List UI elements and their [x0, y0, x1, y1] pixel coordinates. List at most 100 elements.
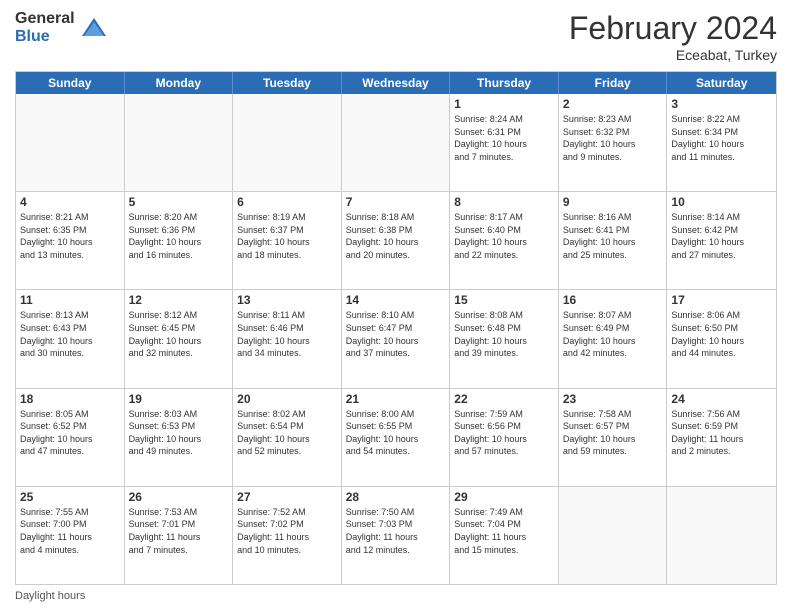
title-block: February 2024 Eceabat, Turkey	[569, 10, 777, 63]
day-number: 10	[671, 195, 772, 209]
logo-text: General Blue	[15, 10, 75, 45]
calendar-cell: 18 Sunrise: 8:05 AM Sunset: 6:52 PM Dayli…	[16, 389, 125, 486]
day-number: 24	[671, 392, 772, 406]
calendar-cell: 15 Sunrise: 8:08 AM Sunset: 6:48 PM Dayli…	[450, 290, 559, 387]
calendar-cell: 7Sunrise: 8:18 AM Sunset: 6:38 PM Daylig…	[342, 192, 451, 289]
cell-info: Sunrise: 8:23 AM Sunset: 6:32 PM Dayligh…	[563, 113, 663, 163]
cell-info: Sunrise: 8:11 AM Sunset: 6:46 PM Dayligh…	[237, 309, 337, 359]
calendar-cell: 23Sunrise: 7:58 AM Sunset: 6:57 PM Dayli…	[559, 389, 668, 486]
cell-info: Sunrise: 7:58 AM Sunset: 6:57 PM Dayligh…	[563, 408, 663, 458]
cell-info: Sunrise: 8:16 AM Sunset: 6:41 PM Dayligh…	[563, 211, 663, 261]
cell-info: Sunrise: 8:05 AM Sunset: 6:52 PM Dayligh…	[20, 408, 120, 458]
calendar-cell	[342, 94, 451, 191]
day-number: 22	[454, 392, 554, 406]
calendar-cell	[16, 94, 125, 191]
calendar-cell: 13 Sunrise: 8:11 AM Sunset: 6:46 PM Dayli…	[233, 290, 342, 387]
day-number: 16	[563, 293, 663, 307]
calendar-cell: 8 Sunrise: 8:17 AM Sunset: 6:40 PM Daylig…	[450, 192, 559, 289]
calendar-cell: 3 Sunrise: 8:22 AM Sunset: 6:34 PM Daylig…	[667, 94, 776, 191]
cell-info: Sunrise: 8:03 AM Sunset: 6:53 PM Dayligh…	[129, 408, 229, 458]
cell-info: Sunrise: 8:20 AM Sunset: 6:36 PM Dayligh…	[129, 211, 229, 261]
calendar-cell	[667, 487, 776, 584]
cell-info: Sunrise: 8:10 AM Sunset: 6:47 PM Dayligh…	[346, 309, 446, 359]
cell-info: Sunrise: 7:53 AM Sunset: 7:01 PM Dayligh…	[129, 506, 229, 556]
calendar-cell: 26 Sunrise: 7:53 AM Sunset: 7:01 PM Dayli…	[125, 487, 234, 584]
footer: Daylight hours	[15, 590, 777, 602]
cell-info: Sunrise: 8:18 AM Sunset: 6:38 PM Dayligh…	[346, 211, 446, 261]
cell-info: Sunrise: 8:17 AM Sunset: 6:40 PM Dayligh…	[454, 211, 554, 261]
calendar-row: 18 Sunrise: 8:05 AM Sunset: 6:52 PM Dayli…	[16, 388, 776, 486]
cell-info: Sunrise: 7:56 AM Sunset: 6:59 PM Dayligh…	[671, 408, 772, 458]
calendar-cell: 11Sunrise: 8:13 AM Sunset: 6:43 PM Dayli…	[16, 290, 125, 387]
cell-info: Sunrise: 7:50 AM Sunset: 7:03 PM Dayligh…	[346, 506, 446, 556]
calendar-cell: 1Sunrise: 8:24 AM Sunset: 6:31 PM Daylig…	[450, 94, 559, 191]
cell-info: Sunrise: 7:59 AM Sunset: 6:56 PM Dayligh…	[454, 408, 554, 458]
calendar-cell	[125, 94, 234, 191]
day-number: 19	[129, 392, 229, 406]
calendar-header-cell: Thursday	[450, 72, 559, 94]
cell-info: Sunrise: 8:06 AM Sunset: 6:50 PM Dayligh…	[671, 309, 772, 359]
cell-info: Sunrise: 8:24 AM Sunset: 6:31 PM Dayligh…	[454, 113, 554, 163]
cell-info: Sunrise: 8:22 AM Sunset: 6:34 PM Dayligh…	[671, 113, 772, 163]
logo: General Blue	[15, 10, 108, 45]
logo-icon	[80, 14, 108, 42]
calendar-header-cell: Monday	[125, 72, 234, 94]
calendar-cell	[233, 94, 342, 191]
cell-info: Sunrise: 8:19 AM Sunset: 6:37 PM Dayligh…	[237, 211, 337, 261]
calendar-cell: 21 Sunrise: 8:00 AM Sunset: 6:55 PM Dayli…	[342, 389, 451, 486]
calendar-cell: 2Sunrise: 8:23 AM Sunset: 6:32 PM Daylig…	[559, 94, 668, 191]
day-number: 6	[237, 195, 337, 209]
cell-info: Sunrise: 8:08 AM Sunset: 6:48 PM Dayligh…	[454, 309, 554, 359]
header: General Blue February 2024 Eceabat, Turk…	[15, 10, 777, 63]
calendar-cell	[559, 487, 668, 584]
day-number: 15	[454, 293, 554, 307]
calendar-cell: 19 Sunrise: 8:03 AM Sunset: 6:53 PM Dayli…	[125, 389, 234, 486]
day-number: 5	[129, 195, 229, 209]
cell-info: Sunrise: 7:55 AM Sunset: 7:00 PM Dayligh…	[20, 506, 120, 556]
calendar-cell: 17 Sunrise: 8:06 AM Sunset: 6:50 PM Dayli…	[667, 290, 776, 387]
calendar-cell: 10 Sunrise: 8:14 AM Sunset: 6:42 PM Dayli…	[667, 192, 776, 289]
day-number: 21	[346, 392, 446, 406]
day-number: 17	[671, 293, 772, 307]
logo-general: General	[15, 10, 75, 28]
calendar-body: 1Sunrise: 8:24 AM Sunset: 6:31 PM Daylig…	[16, 94, 776, 584]
cell-info: Sunrise: 8:12 AM Sunset: 6:45 PM Dayligh…	[129, 309, 229, 359]
day-number: 9	[563, 195, 663, 209]
day-number: 18	[20, 392, 120, 406]
calendar-cell: 22 Sunrise: 7:59 AM Sunset: 6:56 PM Dayli…	[450, 389, 559, 486]
day-number: 26	[129, 490, 229, 504]
calendar-row: 1Sunrise: 8:24 AM Sunset: 6:31 PM Daylig…	[16, 94, 776, 191]
day-number: 3	[671, 97, 772, 111]
day-number: 25	[20, 490, 120, 504]
day-number: 28	[346, 490, 446, 504]
day-number: 4	[20, 195, 120, 209]
cell-info: Sunrise: 8:07 AM Sunset: 6:49 PM Dayligh…	[563, 309, 663, 359]
cell-info: Sunrise: 8:13 AM Sunset: 6:43 PM Dayligh…	[20, 309, 120, 359]
calendar: SundayMondayTuesdayWednesdayThursdayFrid…	[15, 71, 777, 585]
calendar-cell: 28 Sunrise: 7:50 AM Sunset: 7:03 PM Dayli…	[342, 487, 451, 584]
calendar-cell: 9 Sunrise: 8:16 AM Sunset: 6:41 PM Daylig…	[559, 192, 668, 289]
day-number: 13	[237, 293, 337, 307]
cell-info: Sunrise: 8:14 AM Sunset: 6:42 PM Dayligh…	[671, 211, 772, 261]
cell-info: Sunrise: 7:49 AM Sunset: 7:04 PM Dayligh…	[454, 506, 554, 556]
calendar-cell: 14Sunrise: 8:10 AM Sunset: 6:47 PM Dayli…	[342, 290, 451, 387]
calendar-row: 4Sunrise: 8:21 AM Sunset: 6:35 PM Daylig…	[16, 191, 776, 289]
footer-text: Daylight hours	[15, 590, 85, 602]
logo-blue: Blue	[15, 28, 75, 46]
cell-info: Sunrise: 8:00 AM Sunset: 6:55 PM Dayligh…	[346, 408, 446, 458]
calendar-header-cell: Wednesday	[342, 72, 451, 94]
calendar-row: 11Sunrise: 8:13 AM Sunset: 6:43 PM Dayli…	[16, 289, 776, 387]
calendar-header: SundayMondayTuesdayWednesdayThursdayFrid…	[16, 72, 776, 94]
calendar-cell: 20Sunrise: 8:02 AM Sunset: 6:54 PM Dayli…	[233, 389, 342, 486]
calendar-cell: 29Sunrise: 7:49 AM Sunset: 7:04 PM Dayli…	[450, 487, 559, 584]
calendar-row: 25 Sunrise: 7:55 AM Sunset: 7:00 PM Dayli…	[16, 486, 776, 584]
day-number: 8	[454, 195, 554, 209]
calendar-cell: 27Sunrise: 7:52 AM Sunset: 7:02 PM Dayli…	[233, 487, 342, 584]
cell-info: Sunrise: 7:52 AM Sunset: 7:02 PM Dayligh…	[237, 506, 337, 556]
calendar-header-cell: Saturday	[667, 72, 776, 94]
calendar-cell: 12 Sunrise: 8:12 AM Sunset: 6:45 PM Dayli…	[125, 290, 234, 387]
calendar-cell: 4Sunrise: 8:21 AM Sunset: 6:35 PM Daylig…	[16, 192, 125, 289]
calendar-header-cell: Friday	[559, 72, 668, 94]
calendar-cell: 6 Sunrise: 8:19 AM Sunset: 6:37 PM Daylig…	[233, 192, 342, 289]
day-number: 12	[129, 293, 229, 307]
